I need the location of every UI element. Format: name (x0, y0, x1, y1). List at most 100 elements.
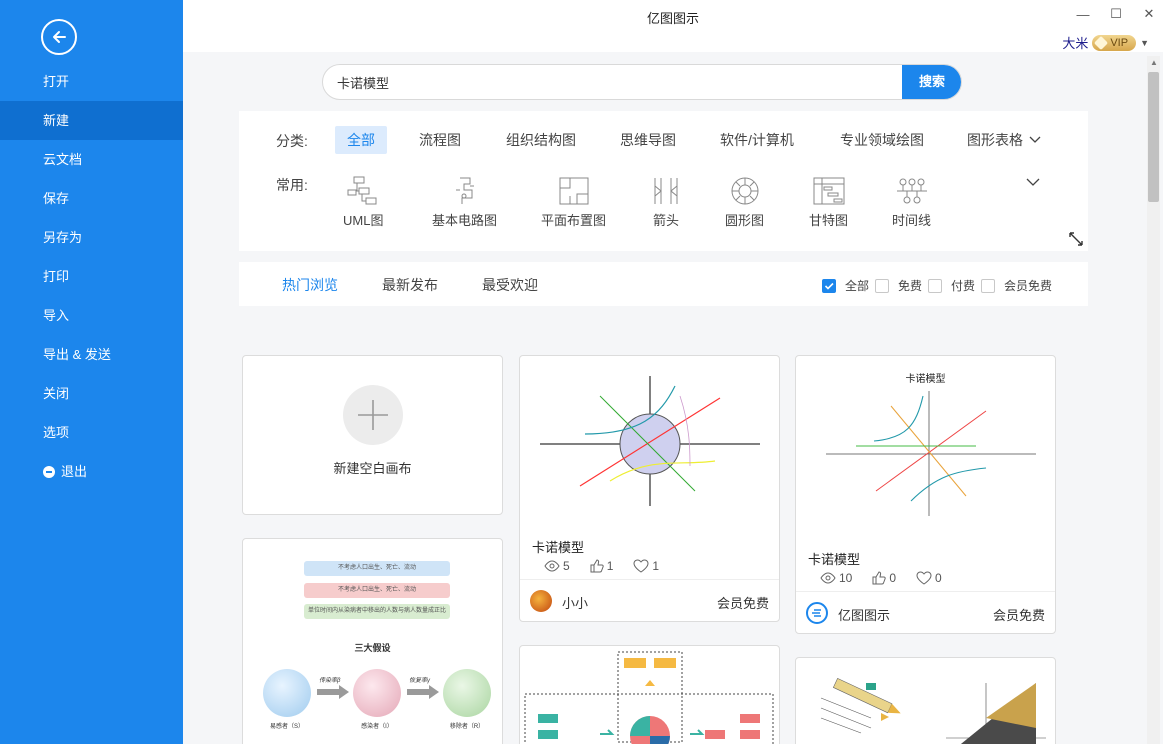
template-thumbnail (524, 651, 774, 744)
favorites-stat[interactable]: 0 (916, 571, 942, 585)
category-graphic-table[interactable]: 图形表格 (955, 126, 1053, 154)
user-menu[interactable]: 大米 VIP ▼ (1062, 33, 1149, 52)
shape-label: 时间线 (892, 213, 932, 228)
filter-label: 免费 (898, 279, 923, 293)
template-card[interactable]: 卡诺模型 卡诺模型 10 0 0 亿图图示 会员免费 (795, 355, 1056, 634)
search-button[interactable]: 搜索 (902, 65, 961, 99)
sidebar-item-print[interactable]: 打印 (0, 257, 183, 296)
category-panel: 分类: 全部 流程图 组织结构图 思维导图 软件/计算机 专业领域绘图 图形表格… (239, 111, 1088, 251)
price-label: 会员免费 (992, 608, 1045, 623)
maximize-button[interactable]: ☐ (1106, 6, 1126, 22)
shape-label: UML图 (343, 213, 384, 228)
template-card[interactable]: 卡诺模型 5 1 1 小小 会员免费 (519, 355, 780, 622)
sidebar-item-exit[interactable]: 退出 (0, 452, 183, 491)
plus-icon (343, 385, 403, 445)
circle-chart-icon (731, 177, 758, 205)
sir-bar: 不考虑人口出生、死亡、流动 (304, 561, 450, 576)
filter-paid-checkbox[interactable]: 付费 (928, 277, 975, 294)
sidebar-item-import[interactable]: 导入 (0, 296, 183, 335)
sir-bar: 单位时间内从染病者中移出的人数与病人数量成正比 (304, 604, 450, 619)
arrow-right-icon (317, 685, 349, 699)
sidebar: 打开 新建 云文档 保存 另存为 打印 导入 导出 & 发送 关闭 选项 退出 (0, 0, 183, 744)
views-stat: 5 (544, 559, 570, 573)
filter-member-free-checkbox[interactable]: 会员免费 (981, 277, 1052, 294)
uml-icon (347, 176, 377, 205)
views-stat: 10 (820, 571, 852, 585)
scrollbar-thumb[interactable] (1148, 72, 1159, 202)
blank-canvas-label: 新建空白画布 (333, 461, 412, 476)
sort-bar: 热门浏览 最新发布 最受欢迎 全部 免费 付费 会员免费 (239, 262, 1088, 306)
new-blank-canvas-card[interactable]: 新建空白画布 (242, 355, 503, 515)
sidebar-item-label: 另存为 (43, 230, 83, 245)
tab-hot[interactable]: 热门浏览 (282, 275, 338, 295)
shape-timeline[interactable]: 时间线 (892, 176, 931, 229)
category-flowchart[interactable]: 流程图 (407, 126, 473, 154)
shape-arrow[interactable]: 箭头 (649, 176, 683, 229)
resize-toggle[interactable] (1068, 231, 1084, 250)
sidebar-item-close[interactable]: 关闭 (0, 374, 183, 413)
close-icon: ✕ (1143, 6, 1155, 21)
vertical-scrollbar[interactable]: ▲ (1147, 56, 1160, 744)
shape-basic-circuit[interactable]: 基本电路图 (432, 176, 497, 229)
sidebar-item-export-send[interactable]: 导出 & 发送 (0, 335, 183, 374)
sir-node-susceptible (263, 669, 311, 717)
template-card[interactable]: 不考虑人口出生、死亡、流动 不考虑人口出生、死亡、流动 单位时间内从染病者中移出… (242, 538, 503, 744)
shape-uml[interactable]: UML图 (343, 176, 383, 229)
sidebar-item-options[interactable]: 选项 (0, 413, 183, 452)
template-card[interactable] (795, 657, 1056, 744)
filter-all-checkbox[interactable]: 全部 (822, 277, 869, 294)
template-thumbnail (820, 677, 1046, 744)
thumbs-up-icon (872, 571, 887, 585)
category-all[interactable]: 全部 (335, 126, 387, 154)
tab-latest[interactable]: 最新发布 (382, 275, 438, 295)
minimize-button[interactable]: — (1073, 6, 1093, 22)
back-button[interactable] (41, 19, 77, 55)
views-count: 5 (563, 559, 570, 573)
sir-heading: 三大假设 (354, 643, 391, 653)
search-input[interactable] (337, 65, 937, 99)
category-mind-map[interactable]: 思维导图 (608, 126, 688, 154)
likes-stat[interactable]: 1 (590, 559, 613, 573)
common-label: 常用: (276, 177, 308, 193)
sidebar-item-save-as[interactable]: 另存为 (0, 218, 183, 257)
floor-plan-icon (559, 177, 588, 205)
author-name[interactable]: 亿图图示 (838, 605, 890, 624)
price-label: 会员免费 (716, 596, 769, 611)
sir-node-infected (353, 669, 401, 717)
maximize-icon: ☐ (1110, 6, 1122, 21)
template-card[interactable] (519, 645, 780, 744)
category-label-text: 图形表格 (967, 132, 1023, 148)
tab-most-liked[interactable]: 最受欢迎 (482, 275, 538, 295)
arrow-shapes-icon (654, 178, 678, 204)
close-button[interactable]: ✕ (1139, 6, 1159, 22)
favorites-stat[interactable]: 1 (633, 559, 659, 573)
filter-free-checkbox[interactable]: 免费 (875, 277, 922, 294)
scroll-up-icon[interactable]: ▲ (1150, 58, 1158, 67)
category-professional[interactable]: 专业领域绘图 (828, 126, 936, 154)
sidebar-item-new[interactable]: 新建 (0, 101, 183, 140)
category-software[interactable]: 软件/计算机 (708, 126, 806, 154)
shape-circle-chart[interactable]: 圆形图 (725, 176, 764, 229)
sidebar-item-save[interactable]: 保存 (0, 179, 183, 218)
shape-label: 圆形图 (725, 213, 765, 228)
author-name[interactable]: 小小 (562, 593, 588, 612)
sidebar-menu: 打开 新建 云文档 保存 另存为 打印 导入 导出 & 发送 关闭 选项 退出 (0, 62, 183, 491)
app-title: 亿图图示 (646, 11, 699, 26)
expand-common-button[interactable] (1026, 175, 1040, 190)
sir-node-label: 移除者（R） (449, 724, 485, 730)
shape-gantt[interactable]: 甘特图 (809, 176, 848, 229)
sidebar-item-cloud-docs[interactable]: 云文档 (0, 140, 183, 179)
sidebar-item-open[interactable]: 打开 (0, 62, 183, 101)
shape-floor-plan[interactable]: 平面布置图 (541, 176, 606, 229)
favorites-count: 1 (652, 559, 660, 573)
template-title: 卡诺模型 (532, 540, 585, 555)
eye-icon (544, 560, 560, 572)
exit-icon (43, 465, 55, 478)
category-org-chart[interactable]: 组织结构图 (494, 126, 588, 154)
chevron-down-icon (1029, 136, 1041, 143)
likes-stat[interactable]: 0 (872, 571, 896, 585)
timeline-icon (896, 178, 927, 204)
checkbox-icon (875, 278, 889, 293)
filter-label: 会员免费 (1004, 279, 1053, 293)
sir-arrow-label: 传染率β (319, 678, 341, 684)
